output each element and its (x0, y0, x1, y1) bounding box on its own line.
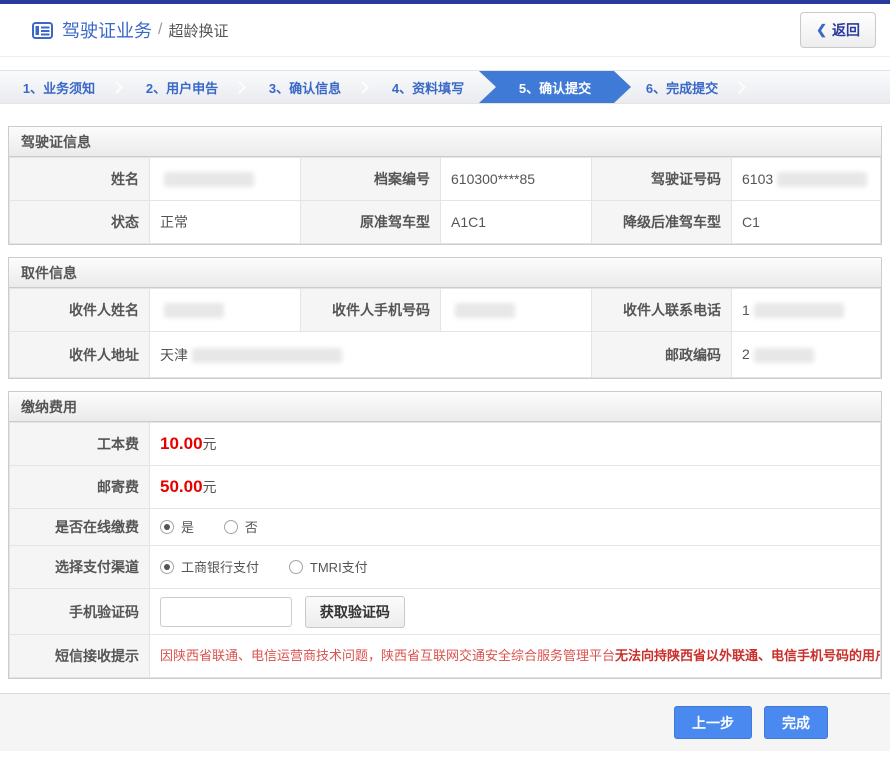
mailing-fee-label: 邮寄费 (10, 466, 150, 509)
sms-code-label: 手机验证码 (10, 589, 150, 635)
chevron-left-icon: ❮ (816, 22, 827, 38)
downgraded-vehicle-class-value: C1 (732, 201, 881, 244)
radio-selected-icon (160, 560, 174, 574)
redacted-value (754, 303, 844, 318)
recipient-name-label: 收件人姓名 (10, 289, 150, 332)
table-row: 状态 正常 原准驾车型 A1C1 降级后准驾车型 C1 (10, 201, 881, 244)
mailing-fee-amount: 50.00 (160, 477, 203, 496)
list-form-icon (32, 22, 53, 39)
downgraded-vehicle-class-label: 降级后准驾车型 (592, 201, 732, 244)
status-label: 状态 (10, 201, 150, 244)
recipient-address-label: 收件人地址 (10, 332, 150, 378)
payment-table: 工本费 10.00元 邮寄费 50.00元 是否在线缴费 是 否 选择支付渠道 … (9, 422, 881, 678)
production-fee-label: 工本费 (10, 423, 150, 466)
table-row: 收件人姓名 收件人手机号码 收件人联系电话 1 (10, 289, 881, 332)
name-value (150, 158, 301, 201)
license-info-title: 驾驶证信息 (9, 127, 881, 157)
redacted-value (455, 303, 515, 318)
name-label: 姓名 (10, 158, 150, 201)
recipient-name-value (150, 289, 301, 332)
sms-notice-bold: 无法向持陕西省以外联通、电信手机号码的用户发送短信 (615, 648, 880, 663)
redacted-value (777, 172, 867, 187)
back-button-label: 返回 (832, 20, 860, 40)
fee-unit: 元 (203, 479, 217, 495)
pickup-info-table: 收件人姓名 收件人手机号码 收件人联系电话 1 收件人地址 天津 邮政编码 2 (9, 288, 881, 378)
radio-unselected-icon (224, 520, 238, 534)
pickup-info-section: 取件信息 收件人姓名 收件人手机号码 收件人联系电话 1 收件人地址 天津 邮政… (8, 257, 882, 379)
finish-button[interactable]: 完成 (764, 706, 828, 739)
online-payment-label: 是否在线缴费 (10, 509, 150, 546)
production-fee-amount: 10.00 (160, 434, 203, 453)
bottom-strip (0, 751, 890, 757)
pickup-info-title: 取件信息 (9, 258, 881, 288)
table-row: 短信接收提示 因陕西省联通、电信运营商技术问题，陕西省互联网交通安全综合服务管理… (10, 635, 881, 678)
status-value: 正常 (150, 201, 301, 244)
radio-selected-icon (160, 520, 174, 534)
table-row: 是否在线缴费 是 否 (10, 509, 881, 546)
sms-code-input[interactable] (160, 597, 292, 627)
table-row: 选择支付渠道 工商银行支付 TMRI支付 (10, 546, 881, 589)
step-5-confirm-submit-active: 5、确认提交 (479, 71, 631, 103)
license-info-section: 驾驶证信息 姓名 档案编号 610300****85 驾驶证号码 6103 状态… (8, 126, 882, 245)
postal-code-value: 2 (732, 332, 881, 378)
sms-notice-part1: 因陕西省联通、电信运营商技术问题，陕西省互联网交通安全综合服务管理平台 (160, 648, 615, 663)
radio-online-no[interactable]: 否 (224, 517, 258, 536)
table-row: 收件人地址 天津 邮政编码 2 (10, 332, 881, 378)
payment-title: 缴纳费用 (9, 392, 881, 422)
step-1-business-notes: 1、业务须知 (0, 71, 118, 103)
original-vehicle-class-value: A1C1 (441, 201, 592, 244)
redacted-value (192, 348, 342, 363)
original-vehicle-class-label: 原准驾车型 (301, 201, 441, 244)
radio-online-yes[interactable]: 是 (160, 517, 194, 536)
breadcrumb-separator: / (158, 21, 162, 39)
recipient-mobile-label: 收件人手机号码 (301, 289, 441, 332)
radio-unselected-icon (289, 560, 303, 574)
step-progress-bar: 1、业务须知 2、用户申告 3、确认信息 4、资料填写 5、确认提交 6、完成提… (0, 70, 890, 104)
previous-step-button[interactable]: 上一步 (674, 706, 752, 739)
payment-channel-label: 选择支付渠道 (10, 546, 150, 589)
breadcrumb-current: 超龄换证 (168, 20, 228, 41)
license-info-table: 姓名 档案编号 610300****85 驾驶证号码 6103 状态 正常 原准… (9, 157, 881, 244)
redacted-value (164, 303, 224, 318)
license-number-value: 6103 (732, 158, 881, 201)
sms-notice-label: 短信接收提示 (10, 635, 150, 678)
page-header: 驾驶证业务 / 超龄换证 ❮ 返回 (0, 4, 890, 57)
get-sms-code-button[interactable]: 获取验证码 (305, 596, 405, 628)
step-2-user-declaration: 2、用户申告 (123, 71, 241, 103)
archive-number-label: 档案编号 (301, 158, 441, 201)
archive-number-value: 610300****85 (441, 158, 592, 201)
postal-code-label: 邮政编码 (592, 332, 732, 378)
step-3-confirm-info: 3、确认信息 (246, 71, 364, 103)
mailing-fee-value: 50.00元 (150, 466, 881, 509)
sms-code-field-row: 获取验证码 (150, 589, 881, 635)
recipient-phone-value: 1 (732, 289, 881, 332)
radio-icbc-pay[interactable]: 工商银行支付 (160, 557, 259, 576)
redacted-value (754, 348, 814, 363)
footer-action-bar: 上一步 完成 (0, 693, 890, 751)
redacted-value (164, 172, 254, 187)
table-row: 手机验证码 获取验证码 (10, 589, 881, 635)
step-bar-filler (746, 71, 890, 103)
table-row: 工本费 10.00元 (10, 423, 881, 466)
fee-unit: 元 (203, 436, 217, 452)
production-fee-value: 10.00元 (150, 423, 881, 466)
recipient-address-value: 天津 (150, 332, 592, 378)
sms-notice-text: 因陕西省联通、电信运营商技术问题，陕西省互联网交通安全综合服务管理平台无法向持陕… (150, 635, 881, 678)
back-button[interactable]: ❮ 返回 (800, 12, 876, 48)
payment-section: 缴纳费用 工本费 10.00元 邮寄费 50.00元 是否在线缴费 是 否 选择… (8, 391, 882, 679)
radio-tmri-pay[interactable]: TMRI支付 (289, 557, 368, 576)
table-row: 姓名 档案编号 610300****85 驾驶证号码 6103 (10, 158, 881, 201)
table-row: 邮寄费 50.00元 (10, 466, 881, 509)
step-4-fill-materials: 4、资料填写 (369, 71, 487, 103)
payment-channel-options: 工商银行支付 TMRI支付 (150, 546, 881, 589)
license-number-label: 驾驶证号码 (592, 158, 732, 201)
step-6-complete-submit: 6、完成提交 (623, 71, 741, 103)
recipient-phone-label: 收件人联系电话 (592, 289, 732, 332)
page-title: 驾驶证业务 (62, 17, 152, 43)
online-payment-options: 是 否 (150, 509, 881, 546)
recipient-mobile-value (441, 289, 592, 332)
